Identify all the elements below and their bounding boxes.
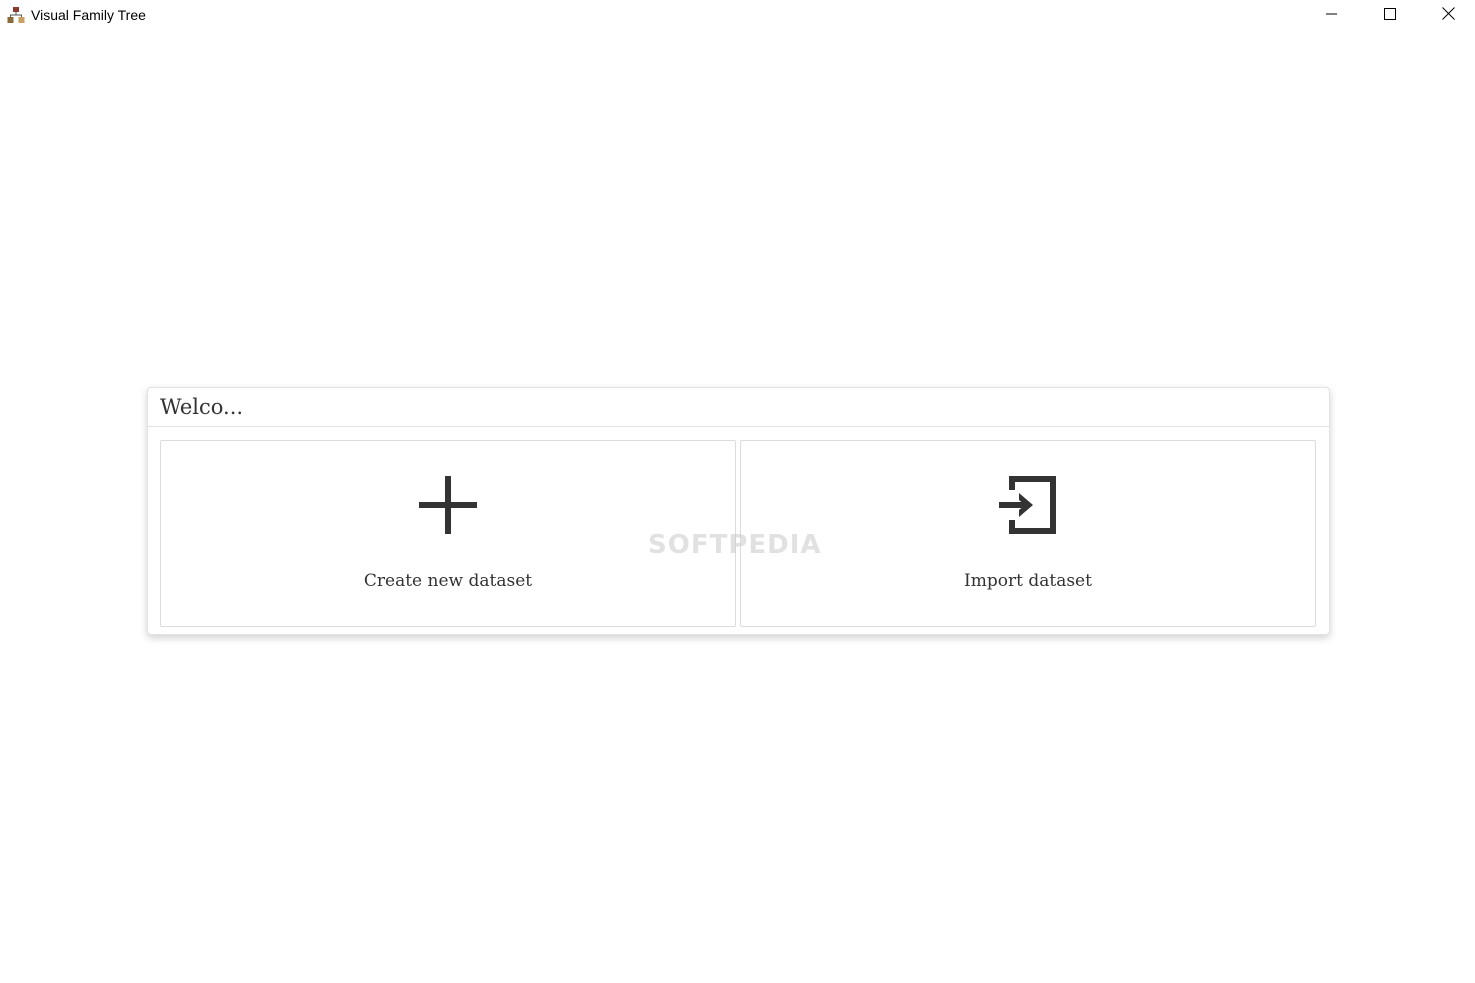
- title-bar[interactable]: Visual Family Tree: [0, 0, 1475, 31]
- minimize-icon: [1326, 7, 1338, 25]
- welcome-title: Welco...: [160, 395, 244, 419]
- import-dataset-button[interactable]: Import dataset: [740, 440, 1316, 627]
- card-header: Welco...: [148, 388, 1329, 427]
- maximize-button[interactable]: [1367, 0, 1413, 31]
- window-title: Visual Family Tree: [31, 7, 146, 23]
- close-button[interactable]: [1425, 0, 1471, 31]
- welcome-card: Welco... Create new dataset Import datas…: [147, 387, 1330, 635]
- family-tree-app-icon: [7, 6, 25, 24]
- create-new-dataset-button[interactable]: Create new dataset: [160, 440, 736, 627]
- import-dataset-label: Import dataset: [964, 571, 1092, 591]
- minimize-button[interactable]: [1309, 0, 1355, 31]
- plus-icon: [417, 474, 479, 536]
- maximize-icon: [1384, 7, 1396, 25]
- create-new-dataset-label: Create new dataset: [363, 571, 533, 591]
- import-icon: [997, 474, 1059, 536]
- close-icon: [1441, 6, 1455, 25]
